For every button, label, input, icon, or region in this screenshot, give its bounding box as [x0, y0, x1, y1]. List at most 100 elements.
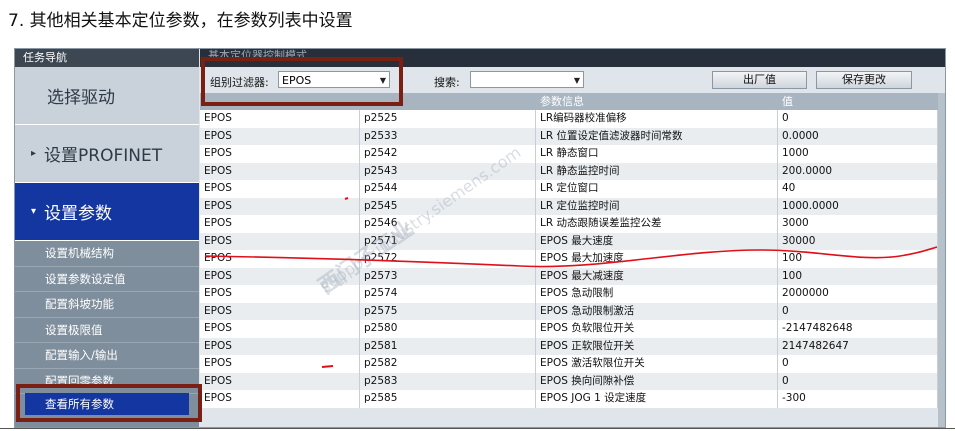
subitem-limits[interactable]: 设置极限值 — [15, 318, 199, 343]
cell-value: 1000.0000 — [778, 197, 938, 215]
cell-group: EPOS — [200, 337, 360, 355]
cell-group: EPOS — [200, 390, 360, 408]
cell-value: 200.0000 — [778, 162, 938, 180]
task-navigation-title: 任务导航 — [15, 49, 199, 67]
chevron-down-icon: ▾ — [31, 206, 37, 217]
subitem-io[interactable]: 配置输入/输出 — [15, 343, 199, 369]
cell-parameter: p2575 — [360, 302, 536, 320]
cell-value: 0.0000 — [778, 127, 938, 145]
cell-value: 3000 — [778, 215, 938, 233]
cell-value: -2147482648 — [778, 320, 938, 338]
table-row[interactable]: EPOS p2571 EPOS 最大速度 30000 — [200, 232, 945, 250]
cell-info: LR编码器校准偏移 — [536, 110, 778, 128]
nav-label: 设置PROFINET — [44, 146, 163, 166]
cell-parameter: p2573 — [360, 267, 536, 285]
subitem-mechanics[interactable]: 设置机械结构 — [15, 241, 199, 267]
bottom-rule — [0, 428, 955, 429]
cell-value: 100 — [778, 250, 938, 268]
dropdown-arrow-icon: ▼ — [573, 76, 580, 85]
parameter-table: EPOS p2525 LR编码器校准偏移 0 EPOS p2533 LR 位置设定值滤波器时… — [200, 110, 945, 408]
cell-info: EPOS 激活软限位开关 — [536, 355, 778, 373]
cell-value: 100 — [778, 267, 938, 285]
cell-info: LR 定位窗口 — [536, 180, 778, 198]
nav-label: 选择驱动 — [47, 88, 115, 108]
cell-group: EPOS — [200, 197, 360, 215]
factory-settings-button[interactable]: 出厂值 — [712, 71, 807, 89]
cell-value: 2147482647 — [778, 337, 938, 355]
cell-group: EPOS — [200, 110, 360, 128]
nav-select-drive[interactable]: 选择驱动 — [15, 67, 199, 125]
cell-parameter: p2585 — [360, 390, 536, 408]
cell-group: EPOS — [200, 215, 360, 233]
cell-value: 0 — [778, 302, 938, 320]
cell-info: EPOS 最大速度 — [536, 232, 778, 250]
cell-group: EPOS — [200, 162, 360, 180]
table-row[interactable]: EPOS p2546 LR 动态跟随误差监控公差 3000 — [200, 215, 945, 233]
table-row[interactable]: EPOS p2575 EPOS 急动限制激活 0 — [200, 302, 945, 320]
cell-parameter: p2525 — [360, 110, 536, 128]
table-row[interactable]: EPOS p2525 LR编码器校准偏移 0 — [200, 110, 945, 128]
cell-info: LR 位置设定值滤波器时间常数 — [536, 127, 778, 145]
column-header-value: 值 — [782, 95, 793, 108]
cell-value: 30000 — [778, 232, 938, 250]
cell-value: 0 — [778, 372, 938, 390]
cell-group: EPOS — [200, 302, 360, 320]
table-row[interactable]: EPOS p2545 LR 定位监控时间 1000.0000 — [200, 197, 945, 215]
cell-info: LR 动态跟随误差监控公差 — [536, 215, 778, 233]
cell-info: LR 静态监控时间 — [536, 162, 778, 180]
search-label: 搜索: — [434, 76, 460, 89]
cell-group: EPOS — [200, 232, 360, 250]
cell-info: EPOS 换向间隙补偿 — [536, 372, 778, 390]
cell-parameter: p2574 — [360, 285, 536, 303]
table-row[interactable]: EPOS p2543 LR 静态监控时间 200.0000 — [200, 162, 945, 180]
table-row[interactable]: EPOS p2583 EPOS 换向间隙补偿 0 — [200, 372, 945, 390]
cell-group: EPOS — [200, 127, 360, 145]
cell-value: 40 — [778, 180, 938, 198]
save-changes-button[interactable]: 保存更改 — [816, 71, 912, 89]
cell-info: EPOS 急动限制 — [536, 285, 778, 303]
search-input[interactable]: ▼ — [470, 71, 584, 88]
table-row[interactable]: EPOS p2582 EPOS 激活软限位开关 0 — [200, 355, 945, 373]
subitem-setpoint[interactable]: 设置参数设定值 — [15, 267, 199, 292]
filter-highlight-box — [201, 57, 403, 106]
cell-group: EPOS — [200, 355, 360, 373]
subitem-ramp[interactable]: 配置斜坡功能 — [15, 292, 199, 318]
cell-parameter: p2583 — [360, 372, 536, 390]
task-navigation: 任务导航 选择驱动 ▸ 设置PROFINET ▾ 设置参数 设置机械结构 设置参… — [15, 49, 199, 427]
cell-info: EPOS 最大加速度 — [536, 250, 778, 268]
cell-parameter: p2533 — [360, 127, 536, 145]
column-header-info: 参数信息 — [540, 95, 584, 108]
cell-value: 0 — [778, 110, 938, 128]
cell-info: LR 静态窗口 — [536, 145, 778, 163]
table-row[interactable]: EPOS p2581 EPOS 正软限位开关 2147482647 — [200, 337, 945, 355]
cell-info: EPOS 正软限位开关 — [536, 337, 778, 355]
nav-setup-parameters[interactable]: ▾ 设置参数 — [15, 183, 199, 241]
cell-parameter: p2580 — [360, 320, 536, 338]
cell-value: 1000 — [778, 145, 938, 163]
table-row[interactable]: EPOS p2580 EPOS 负软限位开关 -2147482648 — [200, 320, 945, 338]
table-row[interactable]: EPOS p2574 EPOS 急动限制 2000000 — [200, 285, 945, 303]
chevron-right-icon: ▸ — [31, 148, 37, 159]
cell-group: EPOS — [200, 145, 360, 163]
cell-info: EPOS JOG 1 设定速度 — [536, 390, 778, 408]
cell-value: -300 — [778, 390, 938, 408]
cell-info: LR 定位监控时间 — [536, 197, 778, 215]
cell-value: 0 — [778, 355, 938, 373]
cell-parameter: p2581 — [360, 337, 536, 355]
table-row[interactable]: EPOS p2585 EPOS JOG 1 设定速度 -300 — [200, 390, 945, 408]
cell-group: EPOS — [200, 320, 360, 338]
cell-value: 2000000 — [778, 285, 938, 303]
cell-info: EPOS 负软限位开关 — [536, 320, 778, 338]
vertical-scrollbar[interactable] — [938, 93, 945, 427]
cell-group: EPOS — [200, 372, 360, 390]
nav-label: 设置参数 — [44, 204, 113, 224]
cell-info: EPOS 最大减速度 — [536, 267, 778, 285]
table-row[interactable]: EPOS p2572 EPOS 最大加速度 100 — [200, 250, 945, 268]
startdrive-window: 任务导航 选择驱动 ▸ 设置PROFINET ▾ 设置参数 设置机械结构 设置参… — [14, 48, 946, 428]
table-row[interactable]: EPOS p2542 LR 静态窗口 1000 — [200, 145, 945, 163]
table-row[interactable]: EPOS p2544 LR 定位窗口 40 — [200, 180, 945, 198]
page-heading: 7. 其他相关基本定位参数，在参数列表中设置 — [8, 11, 353, 31]
nav-setup-profinet[interactable]: ▸ 设置PROFINET — [15, 125, 199, 183]
table-row[interactable]: EPOS p2533 LR 位置设定值滤波器时间常数 0.0000 — [200, 127, 945, 145]
cell-group: EPOS — [200, 180, 360, 198]
